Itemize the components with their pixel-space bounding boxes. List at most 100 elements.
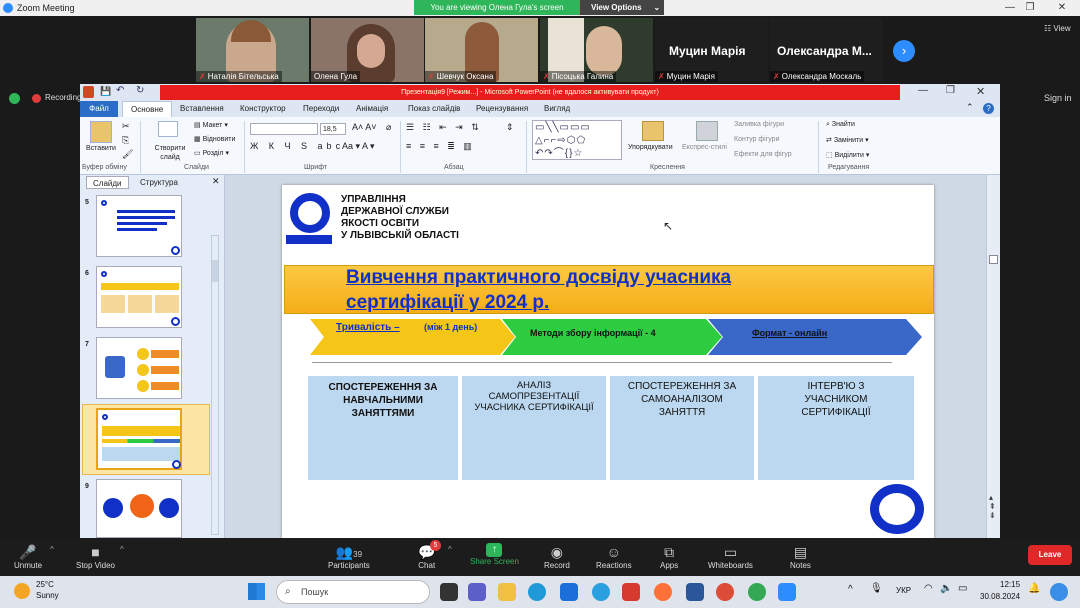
- close-icon[interactable]: ✕: [1052, 0, 1072, 16]
- scroll-arrows-icon[interactable]: ▴ ⇞ ⇟: [989, 493, 996, 520]
- taskbar-search[interactable]: ⌕ Пошук: [276, 580, 430, 604]
- quick-styles-icon[interactable]: [696, 121, 718, 141]
- cut-icon[interactable]: ✂: [122, 121, 130, 132]
- zoom-taskbar-icon[interactable]: [778, 583, 796, 601]
- tab-slides[interactable]: Слайди: [86, 176, 129, 189]
- arrange-icon[interactable]: [642, 121, 664, 141]
- paste-button[interactable]: Вставити: [86, 145, 116, 152]
- clock-date[interactable]: 30.08.2024: [980, 592, 1020, 601]
- find-button[interactable]: ⌕ Знайти: [826, 121, 855, 129]
- store-icon[interactable]: [560, 583, 578, 601]
- layout-button[interactable]: ▤ Макет ▾: [194, 121, 228, 129]
- chevron-up-icon[interactable]: ^: [848, 584, 853, 595]
- tab-view[interactable]: Вигляд: [536, 101, 578, 117]
- edge-icon[interactable]: [528, 583, 546, 601]
- copilot-icon[interactable]: [1050, 583, 1068, 601]
- minimize-icon[interactable]: —: [1000, 0, 1020, 16]
- leave-button[interactable]: Leave: [1028, 545, 1072, 565]
- chevron-up-icon[interactable]: ^: [120, 545, 124, 554]
- tab-file[interactable]: Файл: [80, 101, 118, 117]
- sign-in-link[interactable]: Sign in: [1044, 93, 1072, 103]
- notes-button[interactable]: ▤ Notes: [790, 543, 811, 570]
- font-color-icon[interactable]: Aa ▾ A ▾: [342, 141, 375, 152]
- app-icon[interactable]: [592, 583, 610, 601]
- view-button[interactable]: ☷ View: [1044, 24, 1071, 33]
- chrome-profile-icon[interactable]: [748, 583, 766, 601]
- undo-icon[interactable]: ↶: [116, 85, 124, 96]
- new-slide-button[interactable]: Створити слайд: [150, 144, 190, 162]
- language-indicator[interactable]: УКР: [896, 586, 911, 595]
- word-icon[interactable]: [686, 583, 704, 601]
- clock-time[interactable]: 12:15: [1000, 580, 1020, 589]
- teams-icon[interactable]: [468, 583, 486, 601]
- paste-icon[interactable]: [90, 121, 112, 143]
- participant-video[interactable]: ✗ Наталія Бітельська: [196, 18, 309, 82]
- shape-effects-button[interactable]: Ефекти для фігур: [734, 151, 792, 158]
- chevron-up-icon[interactable]: ^: [448, 545, 452, 554]
- shield-icon[interactable]: [9, 93, 20, 104]
- quick-styles-button[interactable]: Експрес-стилі: [682, 144, 727, 151]
- slide-thumbnail-active[interactable]: [96, 408, 182, 470]
- redo-icon[interactable]: ↻: [136, 85, 144, 96]
- copy-icon[interactable]: ⎘: [122, 135, 129, 146]
- font-style-buttons[interactable]: Ж К Ч S abc: [250, 141, 344, 151]
- reactions-button[interactable]: ☺ Reactions: [596, 543, 632, 570]
- save-icon[interactable]: 💾: [100, 86, 111, 97]
- participant-video[interactable]: ✗ Шевчук Оксана: [425, 18, 538, 82]
- microphone-icon[interactable]: 🎙: [870, 583, 883, 594]
- format-painter-icon[interactable]: 🖌: [122, 149, 133, 160]
- apps-button[interactable]: ⧉ Apps: [660, 543, 678, 570]
- section-button[interactable]: ▭ Розділ ▾: [194, 149, 229, 157]
- pp-maximize-icon[interactable]: ❐: [946, 85, 955, 96]
- participant-video[interactable]: ✗ Пісоцька Галина: [540, 18, 653, 82]
- maximize-icon[interactable]: ❐: [1020, 0, 1040, 16]
- slide-thumbnail[interactable]: [96, 479, 182, 538]
- slide-thumbnail[interactable]: [96, 337, 182, 399]
- tab-slideshow[interactable]: Показ слайдів: [400, 101, 468, 117]
- new-slide-icon[interactable]: [158, 121, 178, 137]
- firefox-icon[interactable]: [654, 583, 672, 601]
- tab-outline[interactable]: Структура: [134, 176, 184, 189]
- volume-icon[interactable]: 🔈: [940, 583, 952, 594]
- pp-close-icon[interactable]: ✕: [976, 85, 985, 98]
- shape-fill-button[interactable]: Заливка фігури: [734, 121, 784, 128]
- participant-video[interactable]: Олена Гула: [311, 18, 424, 82]
- shape-outline-button[interactable]: Контур фігури: [734, 136, 779, 143]
- shapes-gallery[interactable]: ▭╲╲▭▭▭ △⌐⌐⇨⬡⬠ ↶↷⌒{}☆: [532, 120, 622, 160]
- unmute-button[interactable]: 🎤 Unmute: [14, 543, 42, 570]
- tab-insert[interactable]: Вставлення: [172, 101, 232, 117]
- slide-thumbnail[interactable]: [96, 266, 182, 328]
- reset-button[interactable]: ▦ Відновити: [194, 135, 235, 143]
- panel-scrollbar[interactable]: [211, 235, 219, 535]
- stop-video-button[interactable]: ■ Stop Video: [76, 543, 115, 570]
- align-buttons[interactable]: ≡ ≡ ≡ ≣ ▥: [406, 141, 475, 152]
- file-explorer-icon[interactable]: [498, 583, 516, 601]
- tab-design[interactable]: Конструктор: [232, 101, 294, 117]
- text-direction-icon[interactable]: ⇕: [506, 122, 514, 133]
- share-screen-button[interactable]: ↑ Share Screen: [470, 543, 519, 566]
- chrome-icon[interactable]: [716, 583, 734, 601]
- font-name-select[interactable]: [250, 123, 318, 135]
- slide-thumbnail[interactable]: [96, 195, 182, 257]
- tab-transitions[interactable]: Переходи: [295, 101, 347, 117]
- record-button[interactable]: ◉ Record: [544, 543, 570, 570]
- panel-scroll-thumb[interactable]: [212, 260, 218, 282]
- tab-home[interactable]: Основне: [122, 101, 173, 118]
- chevron-up-icon[interactable]: ^: [50, 545, 54, 554]
- collapse-ribbon-icon[interactable]: ⌃: [966, 102, 974, 113]
- mcafee-icon[interactable]: [622, 583, 640, 601]
- view-options-button[interactable]: View Options ⌄: [580, 0, 664, 15]
- participants-button[interactable]: 👥39 Participants: [328, 543, 370, 570]
- windows-start-icon[interactable]: [248, 583, 265, 600]
- tab-animation[interactable]: Анімація: [348, 101, 396, 117]
- whiteboards-button[interactable]: ▭ Whiteboards: [708, 543, 753, 570]
- tab-review[interactable]: Рецензування: [468, 101, 536, 117]
- pp-minimize-icon[interactable]: —: [918, 85, 928, 96]
- slide-canvas[interactable]: УПРАВЛІННЯ ДЕРЖАВНОЇ СЛУЖБИ ЯКОСТІ ОСВІТ…: [282, 185, 934, 538]
- notification-bell-icon[interactable]: 🔔: [1028, 583, 1040, 594]
- help-icon[interactable]: ?: [983, 103, 994, 114]
- font-size-select[interactable]: 18,5: [320, 123, 346, 135]
- clear-format-icon[interactable]: ⌀: [386, 122, 391, 133]
- close-panel-icon[interactable]: ✕: [212, 176, 220, 187]
- select-button[interactable]: ⬚ Виділити ▾: [826, 151, 869, 159]
